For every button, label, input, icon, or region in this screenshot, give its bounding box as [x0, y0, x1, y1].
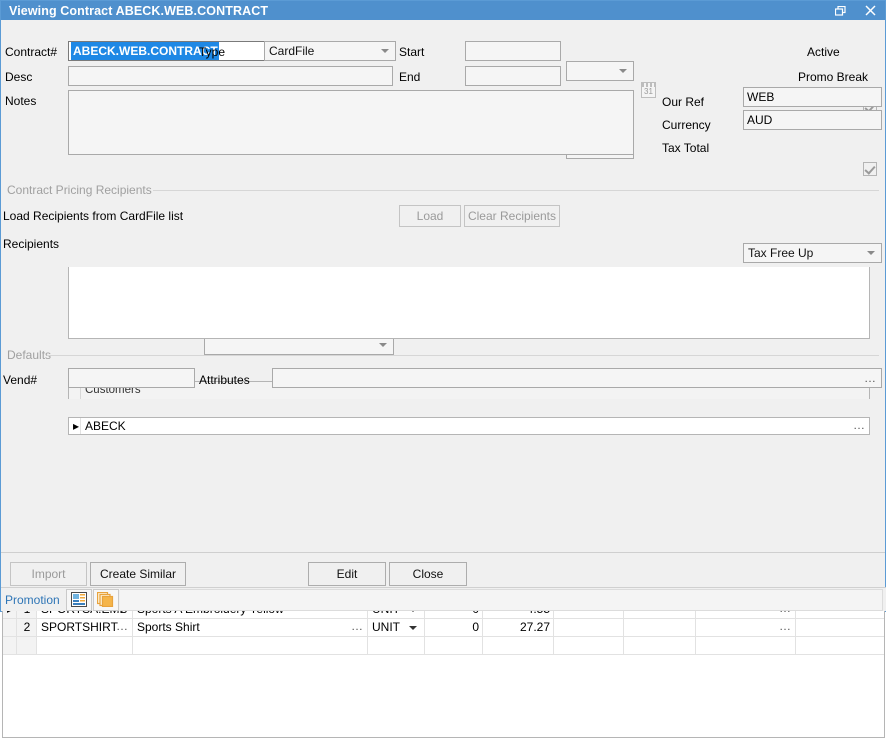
cell-list-price-ex[interactable]: 27.27 [483, 619, 554, 636]
notes-label: Notes [5, 94, 36, 108]
chevron-down-icon[interactable] [409, 626, 417, 630]
cell-po-vendor[interactable] [696, 637, 796, 654]
cell-price-ex[interactable] [554, 637, 624, 654]
attributes-ellipsis-icon[interactable]: … [864, 369, 877, 387]
cell-stock-code[interactable] [37, 637, 133, 654]
cell-price-inc[interactable] [624, 619, 696, 636]
close-icon [865, 5, 876, 16]
window-controls [825, 1, 885, 20]
cell-list-price-ex[interactable] [483, 637, 554, 654]
window-title: Viewing Contract ABECK.WEB.CONTRACT [1, 4, 268, 18]
tax-total-select[interactable]: Tax Free Up [743, 243, 882, 263]
list-detail-icon[interactable] [66, 589, 92, 611]
copy-documents-icon[interactable] [93, 589, 119, 611]
row-number [17, 637, 37, 654]
type-select[interactable]: CardFile [264, 41, 396, 61]
cell-stock-code[interactable]: SPORTSHIRT … [37, 619, 133, 636]
end-date-input[interactable] [465, 66, 561, 86]
vend-input[interactable] [68, 368, 195, 388]
defaults-group-divider [47, 355, 879, 356]
chevron-down-icon [379, 343, 387, 347]
vend-label: Vend# [3, 373, 37, 387]
cell-unit[interactable] [368, 637, 425, 654]
attributes-label: Attributes [199, 373, 250, 387]
recipients-grid-row[interactable]: ▸ ABECK … [68, 417, 870, 435]
currency-label: Currency [662, 118, 711, 132]
row-number: 2 [17, 619, 37, 636]
active-label: Active [807, 45, 840, 59]
type-label: Type [199, 45, 225, 59]
chevron-down-icon [619, 69, 627, 73]
recipient-customer-cell[interactable]: ABECK … [81, 418, 869, 435]
desc-label: Desc [5, 70, 32, 84]
attributes-input[interactable]: … [272, 368, 882, 388]
row-selector-icon: ▸ [69, 418, 81, 435]
cell-po-vendor[interactable]: … [696, 619, 796, 636]
cell-description[interactable] [133, 637, 368, 654]
edit-button[interactable]: Edit [308, 562, 386, 586]
contract-number-value: ABECK.WEB.CONTRACT [71, 42, 219, 61]
contract-number-label: Contract# [5, 45, 57, 59]
recipients-group-divider [153, 190, 879, 191]
cell-ellipsis-icon[interactable]: … [116, 619, 129, 634]
cell-qty[interactable]: 0 [425, 619, 483, 636]
cell-unit[interactable]: UNIT [368, 619, 425, 636]
desc-input[interactable] [68, 66, 393, 86]
cell-ellipsis-icon[interactable]: … [779, 619, 792, 634]
our-ref-label: Our Ref [662, 95, 704, 109]
cell-qty[interactable] [425, 637, 483, 654]
currency-input[interactable]: AUD [743, 110, 882, 130]
table-row-empty[interactable] [3, 637, 884, 655]
cell-ellipsis-icon[interactable]: … [351, 619, 364, 634]
clear-recipients-button[interactable]: Clear Recipients [464, 205, 560, 227]
chevron-down-icon [381, 49, 389, 53]
window-content: Contract# ABECK.WEB.CONTRACT Type CardFi… [1, 20, 885, 611]
restore-icon [835, 6, 846, 16]
create-similar-button[interactable]: Create Similar [90, 562, 186, 586]
restore-button[interactable] [825, 1, 855, 20]
footer-button-bar: Import Create Similar Edit Close [1, 552, 885, 589]
cell-po-cost[interactable] [796, 637, 884, 654]
chevron-down-icon [867, 251, 875, 255]
start-date-input[interactable] [465, 41, 561, 61]
start-label: Start [399, 45, 424, 59]
tax-total-label: Tax Total [662, 141, 709, 155]
contract-window: Viewing Contract ABECK.WEB.CONTRACT Cont… [0, 0, 886, 612]
cell-price-ex[interactable] [554, 619, 624, 636]
cell-po-cost[interactable] [796, 619, 884, 636]
promotion-link[interactable]: Promotion [1, 593, 66, 607]
load-button[interactable]: Load [399, 205, 461, 227]
calendar-icon[interactable]: 31 [641, 82, 656, 98]
load-recipients-label: Load Recipients from CardFile list [3, 209, 183, 223]
recipients-grid-body [68, 267, 870, 339]
cell-description[interactable]: Sports Shirt … [133, 619, 368, 636]
end-label: End [399, 70, 420, 84]
recipients-label: Recipients [3, 237, 59, 251]
close-button[interactable] [855, 1, 885, 20]
title-bar: Viewing Contract ABECK.WEB.CONTRACT [1, 1, 885, 20]
cell-ellipsis-icon[interactable]: … [853, 418, 866, 433]
import-button[interactable]: Import [10, 562, 87, 586]
row-selector [3, 637, 17, 654]
our-ref-input[interactable]: WEB [743, 87, 882, 107]
row-selector [3, 619, 17, 636]
cell-price-inc[interactable] [624, 637, 696, 654]
status-bar: Promotion [1, 587, 886, 611]
promo-break-label: Promo Break [798, 70, 868, 84]
status-bar-empty-panel [120, 589, 883, 611]
close-button-footer[interactable]: Close [389, 562, 467, 586]
table-row[interactable]: 2 SPORTSHIRT … Sports Shirt … UNIT 0 27.… [3, 619, 884, 637]
promo-break-checkbox[interactable] [863, 162, 877, 176]
start-time-select[interactable] [566, 61, 634, 81]
recipients-group-title: Contract Pricing Recipients [7, 183, 156, 197]
type-value: CardFile [269, 44, 314, 58]
notes-textarea[interactable] [68, 90, 634, 155]
